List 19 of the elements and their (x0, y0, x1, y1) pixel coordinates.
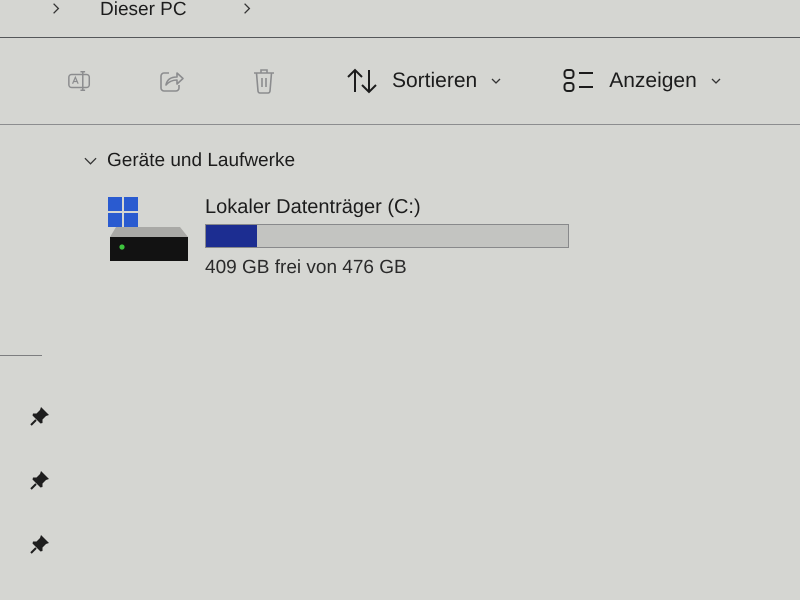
caret-icon (491, 78, 502, 84)
section-header[interactable]: Geräte und Laufwerke (84, 149, 296, 173)
trash-icon (251, 68, 277, 94)
pin-icon[interactable] (30, 470, 50, 490)
breadcrumb-item[interactable]: Dieser PC (98, 0, 189, 20)
list-layout-icon (563, 68, 596, 94)
up-down-arrows-icon (346, 68, 378, 94)
pin-icon[interactable] (30, 406, 50, 426)
sort-menu-button[interactable]: Sortieren (338, 62, 510, 100)
text-cursor-icon (67, 68, 93, 94)
chevron-icon (242, 2, 251, 15)
free-space-text: 409 GB frei von 476 GB (205, 256, 407, 280)
hard-drive-icon[interactable] (108, 197, 190, 263)
chevron-icon (84, 157, 97, 165)
caret-icon (710, 78, 721, 84)
chevron-icon (52, 2, 60, 15)
view-menu-button[interactable]: Anzeigen (555, 62, 729, 100)
drive-name[interactable]: Lokaler Datenträger (C:) (205, 195, 421, 219)
pin-icon[interactable] (30, 534, 50, 554)
